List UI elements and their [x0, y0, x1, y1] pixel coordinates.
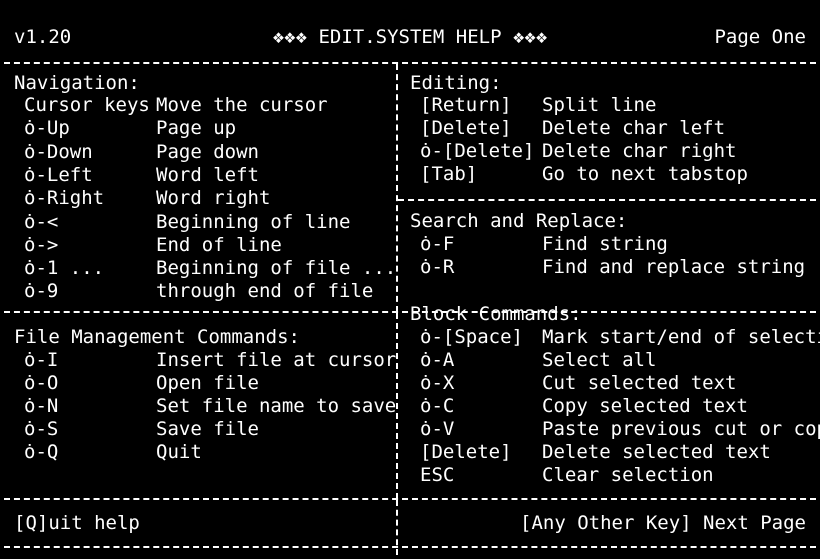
block-row-description: Paste previous cut or copy — [542, 418, 820, 440]
file-row-description: Save file — [156, 418, 259, 440]
block-row-key: ESC — [420, 464, 455, 486]
navigation-row-key: ȯ-Up — [24, 117, 70, 140]
navigation-row-description: Move the cursor — [156, 94, 328, 116]
block-row-description: Mark start/end of selection — [542, 326, 820, 348]
file-row-description: Set file name to save — [156, 395, 397, 417]
block-row-description: Cut selected text — [542, 372, 737, 394]
block-row-description: Clear selection — [542, 464, 714, 486]
navigation-row-key: ȯ-Right — [24, 187, 105, 210]
navigation-row-description: through end of file — [156, 280, 374, 303]
navigation-row-key: ȯ-9 — [24, 280, 59, 303]
editing-row-description: Delete char left — [542, 117, 726, 139]
editing-search-divider — [398, 199, 816, 201]
block-row-key: ȯ-C — [420, 395, 455, 417]
block-heading: Block Commands: — [410, 303, 582, 325]
block-row-key: ȯ-[Space] — [420, 326, 523, 348]
file-row-key: ȯ-Q — [24, 441, 59, 463]
navigation-row-key: ȯ-> — [24, 233, 59, 256]
title-text: EDIT.SYSTEM HELP — [318, 26, 502, 48]
navigation-row-key: ȯ-< — [24, 210, 59, 233]
next-page-button[interactable]: [Any Other Key] Next Page — [520, 512, 806, 535]
file-row-description: Quit — [156, 441, 202, 463]
navigation-row-key: Cursor keys — [24, 94, 150, 116]
editing-row-description: Split line — [542, 94, 657, 116]
search-row-key: ȯ-R — [420, 256, 455, 278]
search-heading: Search and Replace: — [410, 210, 628, 232]
navigation-row-description: Word right — [156, 187, 271, 210]
navigation-row-description: Page down — [156, 140, 259, 163]
search-row-description: Find and replace string — [542, 256, 806, 278]
editing-row-key: [Return] — [420, 94, 512, 116]
navigation-row-key: ȯ-1 ... — [24, 257, 105, 280]
editing-row-description: Go to next tabstop — [542, 163, 748, 185]
file-row-description: Open file — [156, 372, 259, 394]
editing-row-description: Delete char right — [542, 140, 737, 162]
file-row-key: ȯ-S — [24, 418, 59, 440]
file-row-key: ȯ-I — [24, 349, 59, 371]
upper-vertical-divider — [396, 64, 398, 312]
file-heading: File Management Commands: — [14, 326, 300, 348]
lower-vertical-divider — [396, 313, 398, 499]
block-row-key: [Delete] — [420, 441, 512, 463]
footer-divider — [4, 498, 816, 500]
search-row-description: Find string — [542, 233, 668, 255]
editing-row-key: [Delete] — [420, 117, 512, 139]
file-row-key: ȯ-O — [24, 372, 59, 394]
help-title: ❖❖❖ EDIT.SYSTEM HELP ❖❖❖ — [0, 26, 820, 49]
bottom-divider — [4, 546, 816, 548]
navigation-row-description: Page up — [156, 117, 237, 140]
navigation-row-description: Word left — [156, 163, 259, 186]
navigation-heading: Navigation: — [14, 72, 140, 94]
editing-row-key: ȯ-[Delete] — [420, 140, 535, 162]
editing-row-key: [Tab] — [420, 163, 478, 185]
file-row-key: ȯ-N — [24, 395, 59, 417]
navigation-row-description: Beginning of line — [156, 210, 351, 233]
editing-heading: Editing: — [410, 72, 502, 94]
page-indicator: Page One — [714, 26, 806, 48]
block-row-description: Copy selected text — [542, 395, 748, 417]
title-deco-left: ❖❖❖ — [272, 26, 308, 48]
block-row-description: Delete selected text — [542, 441, 771, 463]
quit-help-button[interactable]: [Q]uit help — [14, 512, 140, 535]
header-divider — [4, 62, 816, 64]
navigation-row-description: End of line — [156, 233, 282, 256]
block-row-key: ȯ-X — [420, 372, 455, 394]
navigation-row-key: ȯ-Left — [24, 163, 93, 186]
block-row-key: ȯ-V — [420, 418, 455, 440]
block-row-description: Select all — [542, 349, 657, 371]
navigation-row-key: ȯ-Down — [24, 140, 93, 163]
file-row-description: Insert file at cursor — [156, 349, 397, 371]
navigation-row-description: Beginning of file ... — [156, 257, 397, 280]
search-row-key: ȯ-F — [420, 233, 455, 255]
block-row-key: ȯ-A — [420, 349, 455, 371]
title-deco-right: ❖❖❖ — [512, 26, 548, 48]
